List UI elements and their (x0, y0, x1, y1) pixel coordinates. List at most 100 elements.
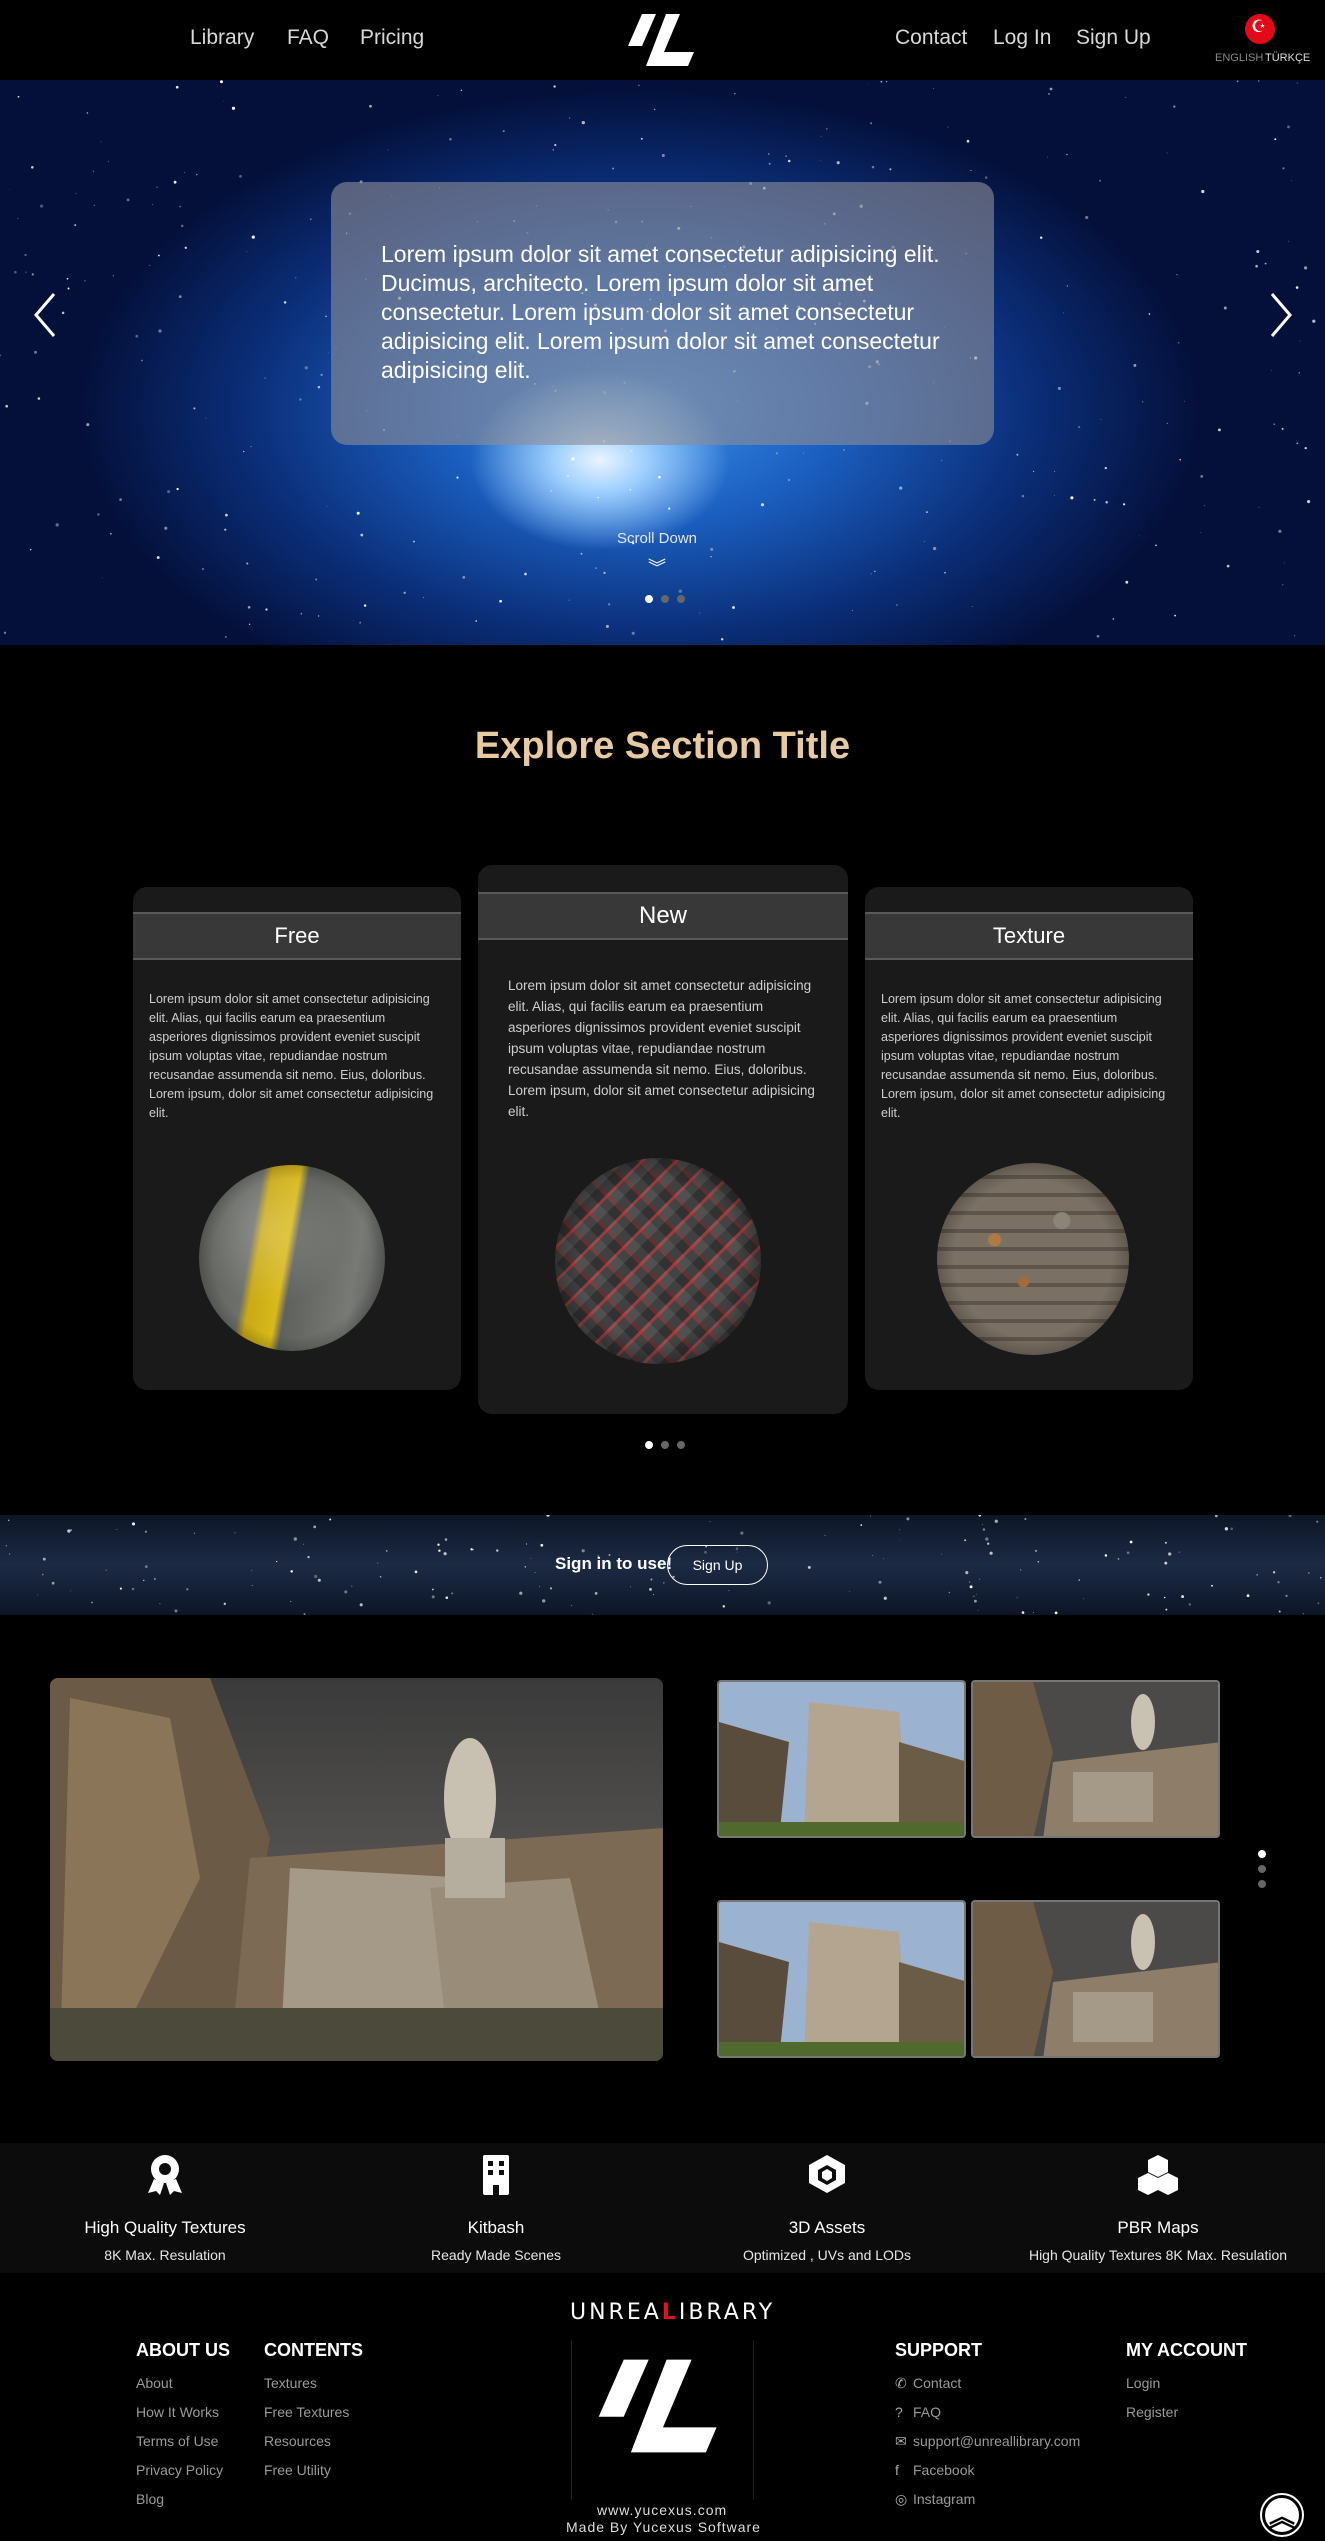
footer-link-privacy[interactable]: Privacy Policy (136, 2462, 230, 2481)
star (874, 570, 876, 572)
star (359, 1603, 363, 1607)
footer-link-resources[interactable]: Resources (264, 2433, 363, 2452)
footer-link-free-utility[interactable]: Free Utility (264, 2462, 363, 2481)
star (982, 1524, 983, 1526)
footer-link-facebook[interactable]: f Facebook (895, 2462, 1080, 2481)
star (787, 159, 791, 163)
star (359, 621, 362, 624)
gallery-thumb[interactable] (971, 1900, 1220, 2058)
star (985, 1537, 989, 1541)
star (31, 166, 34, 169)
star (496, 1549, 499, 1552)
slide-dot[interactable] (661, 595, 669, 603)
star (86, 112, 89, 114)
slide-dot[interactable] (1258, 1880, 1266, 1888)
star (84, 280, 86, 282)
star (807, 1565, 811, 1569)
turkey-flag-icon[interactable] (1245, 14, 1275, 44)
feature-item: Kitbash Ready Made Scenes (331, 2153, 661, 2263)
star (101, 577, 103, 579)
footer-made-by: Made By Yucexus Software (566, 2519, 761, 2535)
explore-card-texture[interactable]: Texture Lorem ipsum dolor sit amet conse… (865, 887, 1193, 1390)
hero-text: Lorem ipsum dolor sit amet consectetur a… (381, 241, 940, 383)
footer-link-about[interactable]: About (136, 2375, 230, 2394)
scroll-down-label[interactable]: Scroll Down (617, 530, 697, 547)
lang-english[interactable]: ENGLISH (1215, 52, 1263, 64)
nav-library[interactable]: Library (190, 26, 254, 50)
slide-dot[interactable] (661, 1441, 669, 1449)
chevron-double-down-icon[interactable]: ︾ (648, 554, 666, 580)
slide-dot[interactable] (645, 1441, 653, 1449)
slide-dot[interactable] (645, 595, 653, 603)
card-description: Lorem ipsum dolor sit amet consectetur a… (881, 992, 1166, 1120)
lang-turkish[interactable]: TÜRKÇE (1265, 52, 1310, 64)
footer-link-faq[interactable]: ? FAQ (895, 2404, 1080, 2423)
signup-button[interactable]: Sign Up (667, 1545, 768, 1585)
slide-dot[interactable] (677, 595, 685, 603)
nav-faq[interactable]: FAQ (287, 26, 329, 50)
star (1284, 562, 1285, 564)
star (5, 404, 9, 408)
ruins-thumb-photo (719, 1682, 964, 1836)
star (5, 1545, 7, 1547)
site-logo[interactable] (628, 12, 700, 68)
star (1039, 236, 1043, 239)
star (159, 1602, 161, 1605)
star (709, 1521, 711, 1523)
nav-contact[interactable]: Contact (895, 26, 967, 50)
gallery-thumb[interactable] (717, 1680, 966, 1838)
nav-pricing[interactable]: Pricing (360, 26, 424, 50)
footer-link-contact[interactable]: ✆ Contact (895, 2375, 1080, 2394)
star (1298, 371, 1301, 374)
star (51, 1581, 55, 1585)
star (475, 620, 478, 622)
star (1046, 156, 1049, 158)
star (760, 503, 765, 507)
nav-login[interactable]: Log In (993, 26, 1051, 50)
footer-link-email[interactable]: ✉ support@unreallibrary.com (895, 2433, 1080, 2452)
footer-link-terms[interactable]: Terms of Use (136, 2433, 230, 2452)
star (979, 1578, 981, 1580)
footer-link-free-textures[interactable]: Free Textures (264, 2404, 363, 2423)
slide-dot[interactable] (1258, 1865, 1266, 1873)
star (571, 457, 575, 461)
gallery-main-image[interactable] (50, 1678, 663, 2061)
carousel-prev-icon[interactable] (30, 290, 60, 340)
footer-link-how-it-works[interactable]: How It Works (136, 2404, 230, 2423)
footer-website[interactable]: www.yucexus.com (597, 2502, 727, 2518)
star (1270, 370, 1272, 372)
star (1287, 240, 1289, 242)
star (184, 171, 186, 173)
feature-title: 3D Assets (788, 2218, 866, 2237)
footer-link-blog[interactable]: Blog (136, 2491, 230, 2510)
star (549, 1587, 553, 1590)
star (889, 168, 892, 171)
gallery-thumb[interactable] (971, 1680, 1220, 1838)
signin-banner: Sign in to use! Sign Up (0, 1515, 1325, 1615)
gallery-thumb[interactable] (717, 1900, 966, 2058)
footer-link-register[interactable]: Register (1126, 2404, 1247, 2423)
explore-card-new[interactable]: New Lorem ipsum dolor sit amet consectet… (478, 865, 848, 1414)
footer-link-instagram[interactable]: ◎ Instagram (895, 2491, 1080, 2510)
star (603, 571, 606, 575)
footer-logo[interactable] (598, 2356, 728, 2456)
footer-link-textures[interactable]: Textures (264, 2375, 363, 2394)
back-to-top-button[interactable]: ︽ (1262, 2495, 1302, 2535)
star (1054, 470, 1056, 472)
star (329, 1518, 332, 1521)
nav-signup[interactable]: Sign Up (1076, 26, 1151, 50)
star (264, 377, 266, 379)
star (1304, 266, 1308, 270)
star (1049, 87, 1053, 91)
star (55, 523, 59, 527)
star (1155, 544, 1157, 547)
star (553, 85, 556, 88)
slide-dot[interactable] (677, 1441, 685, 1449)
carousel-next-icon[interactable] (1266, 290, 1296, 340)
star (131, 1522, 136, 1526)
star (944, 571, 946, 574)
star (1258, 506, 1260, 508)
slide-dot[interactable] (1258, 1850, 1266, 1858)
footer-link-login[interactable]: Login (1126, 2375, 1247, 2394)
explore-card-free[interactable]: Free Lorem ipsum dolor sit amet consecte… (133, 887, 461, 1390)
